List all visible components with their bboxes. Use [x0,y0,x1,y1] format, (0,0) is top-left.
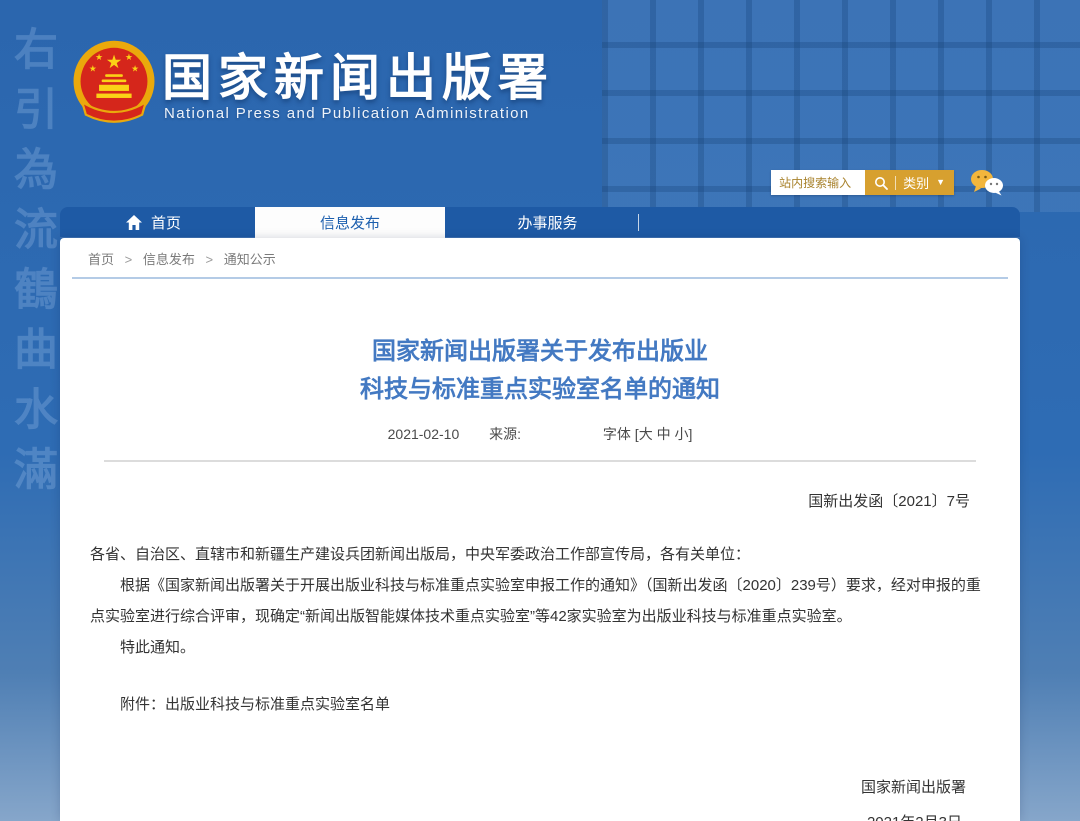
font-size-controls[interactable]: 字体 [大 中 小] [603,426,692,442]
breadcrumb: 首页 > 信息发布 > 通知公示 [60,238,1020,277]
breadcrumb-underline [72,277,1008,279]
search-input[interactable] [771,170,865,195]
article-title-line2: 科技与标准重点实验室名单的通知 [90,371,990,409]
nav-item-info-release[interactable]: 信息发布 [255,207,445,238]
left-calligraphy-watermark: 右引為流鶴曲水滿 [2,26,60,506]
main-navigation: 首页 信息发布 办事服务 [60,207,1020,238]
search-category-controls[interactable]: 类别 ▼ [865,170,954,195]
source-label: 来源: [489,426,521,442]
page: 右引為流鶴曲水滿 ★ ★ ★ ★ ★ 国家新闻出版署 National Pres… [0,0,1080,821]
nav-item-home[interactable]: 首页 [126,207,181,238]
article-title-line1: 国家新闻出版署关于发布出版业 [90,333,990,371]
search-icon[interactable] [874,176,888,190]
article-title: 国家新闻出版署关于发布出版业 科技与标准重点实验室名单的通知 [90,333,990,409]
publish-date: 2021-02-10 [388,426,460,442]
national-emblem-logo: ★ ★ ★ ★ ★ [70,36,158,130]
chevron-down-icon[interactable]: ▼ [936,178,945,187]
svg-text:★: ★ [131,64,139,74]
paragraph-addressees: 各省、自治区、直辖市和新疆生产建设兵团新闻出版局，中央军委政治工作部宣传局，各有… [90,539,990,570]
paragraph-closing: 特此通知。 [90,632,990,663]
nav-home-label: 首页 [151,212,181,233]
wechat-icon[interactable] [970,169,1004,196]
breadcrumb-info-release[interactable]: 信息发布 [143,252,195,267]
paragraph-main: 根据《国家新闻出版署关于开展出版业科技与标准重点实验室申报工作的通知》（国新出发… [90,570,990,632]
attachment-line: 附件：出版业科技与标准重点实验室名单 [90,689,990,720]
category-dropdown-label[interactable]: 类别 [903,173,929,192]
svg-text:★: ★ [125,52,133,62]
article: 国家新闻出版署关于发布出版业 科技与标准重点实验室名单的通知 2021-02-1… [60,333,1020,821]
meta-divider [104,460,976,462]
search-row: 类别 ▼ [771,169,1004,196]
article-body: 各省、自治区、直辖市和新疆生产建设兵团新闻出版局，中央军委政治工作部宣传局，各有… [90,539,990,663]
signature-date: 2021年2月3日 [90,811,990,821]
divider [895,176,896,190]
svg-text:★: ★ [106,51,123,72]
national-emblem-icon: ★ ★ ★ ★ ★ [70,36,158,130]
article-meta: 2021-02-10 来源: 字体 [大 中 小] [90,424,990,444]
breadcrumb-separator: > [125,252,133,267]
svg-text:★: ★ [89,64,97,74]
breadcrumb-separator: > [206,252,214,267]
site-title-english: National Press and Publication Administr… [164,105,530,122]
site-title: 国家新闻出版署 [162,38,554,110]
svg-text:★: ★ [95,52,103,62]
content-panel: 首页 > 信息发布 > 通知公示 国家新闻出版署关于发布出版业 科技与标准重点实… [60,238,1020,821]
breadcrumb-current: 通知公示 [224,252,276,267]
document-number: 国新出发函〔2021〕7号 [90,490,990,511]
signature-agency: 国家新闻出版署 [90,776,990,797]
nav-item-services[interactable]: 办事服务 [480,207,615,238]
home-icon [126,215,142,230]
site-search: 类别 ▼ [771,170,954,195]
nav-divider [638,214,639,231]
breadcrumb-home[interactable]: 首页 [88,252,114,267]
